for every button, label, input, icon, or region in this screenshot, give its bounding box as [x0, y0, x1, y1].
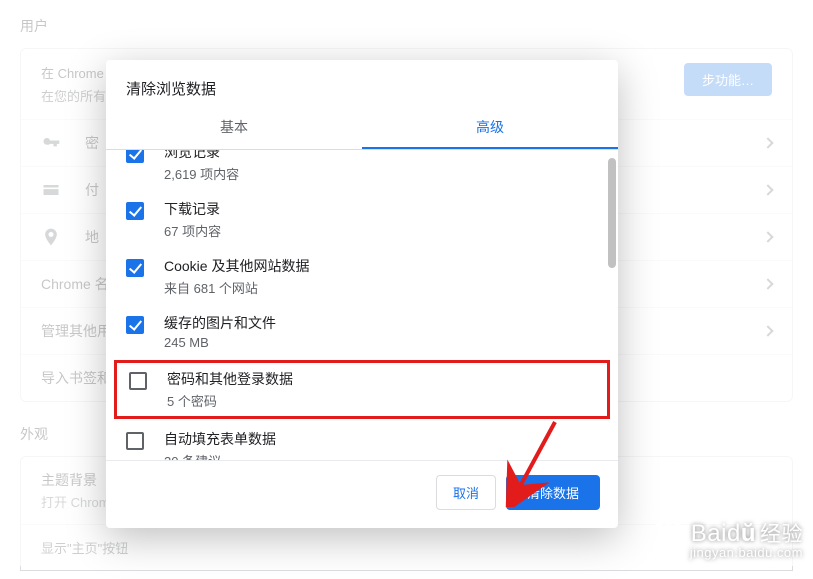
- item-title: 下载记录: [164, 199, 221, 219]
- scrollbar-thumb[interactable]: [608, 158, 616, 268]
- tab-advanced[interactable]: 高级: [362, 109, 618, 149]
- tab-basic[interactable]: 基本: [106, 109, 362, 149]
- dialog-title: 清除浏览数据: [106, 60, 618, 109]
- item-subtitle: 5 个密码: [167, 391, 293, 410]
- cancel-button[interactable]: 取消: [436, 475, 496, 510]
- dialog-item[interactable]: 密码和其他登录数据 5 个密码: [114, 360, 610, 419]
- item-title: 浏览记录: [164, 150, 239, 162]
- watermark: Baidŭ经验 jingyan.baidu.com: [653, 515, 803, 560]
- item-subtitle: 来自 681 个网站: [164, 278, 309, 297]
- paw-icon: [653, 515, 689, 545]
- clear-data-button[interactable]: 清除数据: [506, 475, 600, 510]
- dialog-item[interactable]: 自动填充表单数据 20 条建议: [106, 421, 618, 460]
- checkbox[interactable]: [129, 372, 147, 390]
- item-subtitle: 245 MB: [164, 335, 276, 350]
- dialog-item[interactable]: Cookie 及其他网站数据来自 681 个网站: [106, 248, 618, 305]
- checkbox[interactable]: [126, 202, 144, 220]
- item-title: 密码和其他登录数据: [167, 369, 293, 389]
- checkbox[interactable]: [126, 150, 144, 163]
- dialog-tabs: 基本 高级: [106, 109, 618, 150]
- checkbox[interactable]: [126, 259, 144, 277]
- dialog-item[interactable]: 浏览记录 2,619 项内容: [106, 150, 618, 191]
- checkbox[interactable]: [126, 432, 144, 450]
- clear-browsing-data-dialog: 清除浏览数据 基本 高级 浏览记录 2,619 项内容下载记录 67 项内容 Cook…: [106, 60, 618, 528]
- item-title: 缓存的图片和文件: [164, 313, 276, 333]
- item-title: 自动填充表单数据: [164, 429, 276, 449]
- dialog-footer: 取消 清除数据: [106, 460, 618, 528]
- dialog-item-list: 浏览记录 2,619 项内容下载记录 67 项内容 Cookie 及其他网站数据来自 …: [106, 150, 618, 460]
- item-title: Cookie 及其他网站数据: [164, 256, 309, 276]
- dialog-item[interactable]: 缓存的图片和文件 245 MB: [106, 305, 618, 358]
- dialog-item[interactable]: 下载记录 67 项内容: [106, 191, 618, 248]
- checkbox[interactable]: [126, 316, 144, 334]
- item-subtitle: 2,619 项内容: [164, 164, 239, 183]
- item-subtitle: 67 项内容: [164, 221, 221, 240]
- item-subtitle: 20 条建议: [164, 451, 276, 460]
